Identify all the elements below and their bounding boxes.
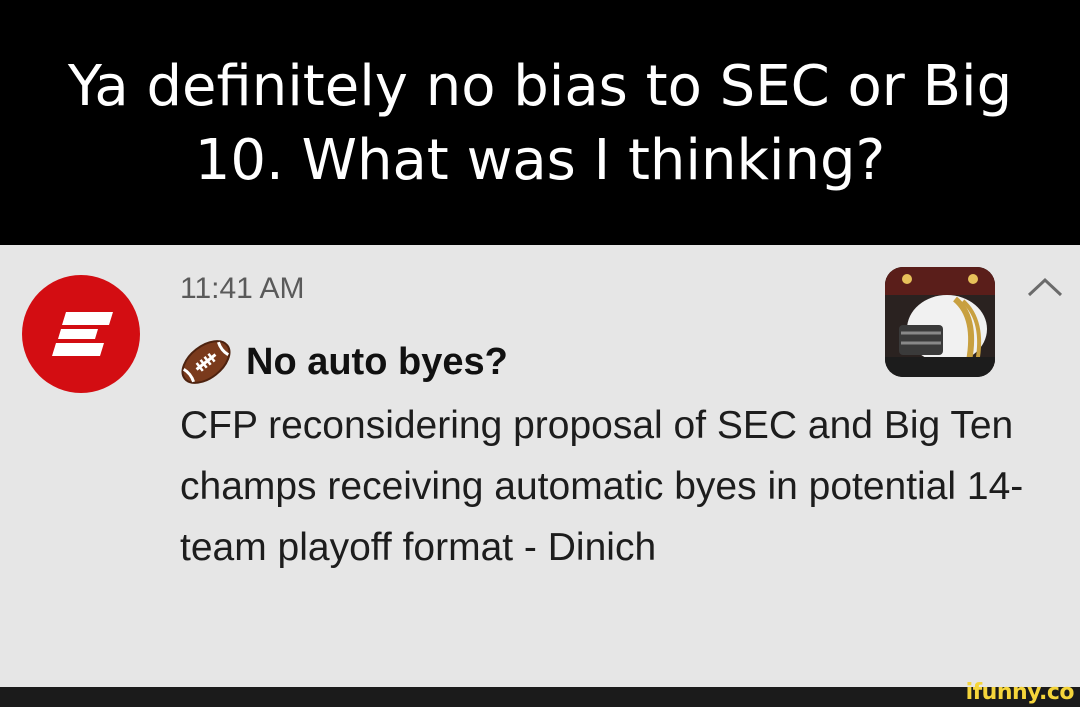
american-football-emoji-icon [178,334,234,390]
bottom-bar [0,687,1080,707]
notification-time: 11:41 AM [180,272,305,305]
notification-title-row: No auto byes? [178,333,508,391]
notification-card[interactable]: 11:41 AM No auto byes? CFP reconsidering… [0,245,1080,687]
notification-title: No auto byes? [246,340,508,383]
meme-caption-bar: Ya definitely no bias to SEC or Big 10. … [0,0,1080,245]
meme-caption: Ya definitely no bias to SEC or Big 10. … [67,54,1013,193]
ifunny-watermark: ifunny.co [965,680,1075,705]
notification-body: CFP reconsidering proposal of SEC and Bi… [180,404,1024,569]
espn-logo-icon [22,275,140,393]
notification-thumbnail [885,267,995,377]
chevron-up-icon[interactable] [1025,275,1065,301]
